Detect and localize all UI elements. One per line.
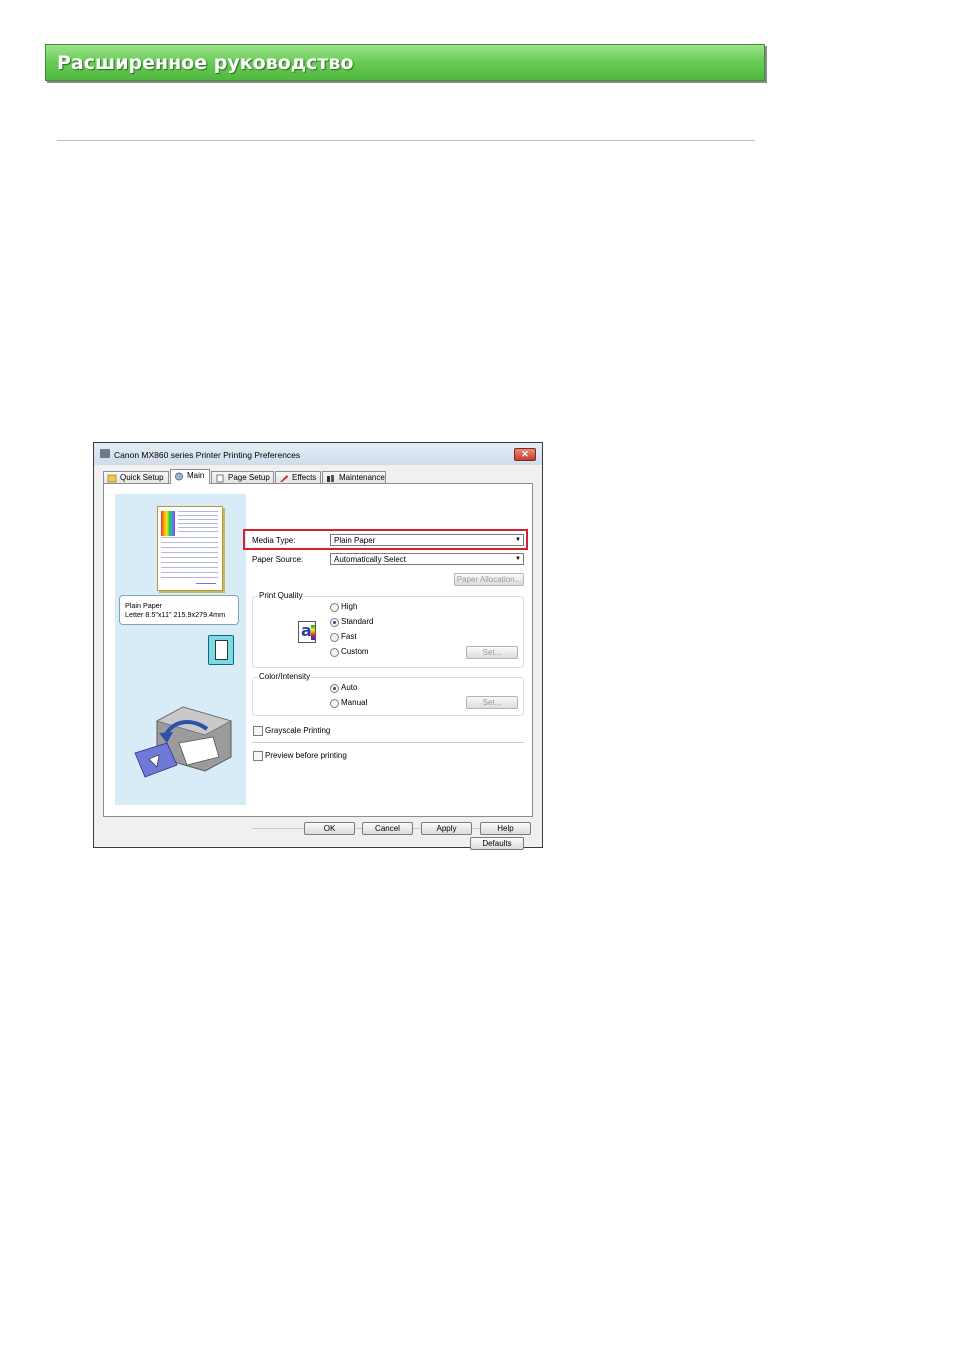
page-setup-icon [216,474,224,483]
section-banner: Расширенное руководство [45,44,765,81]
close-button[interactable]: ✕ [514,448,536,461]
tab-main[interactable]: Main [170,469,210,484]
ok-button[interactable]: OK [304,822,355,835]
banner-title: Расширенное руководство [57,52,354,74]
help-button[interactable]: Help [480,822,531,835]
tab-maintenance[interactable]: Maintenance [322,471,386,483]
chevron-down-icon: ▼ [515,556,521,562]
settings-preview: Plain Paper Letter 8.5"x11" 215.9x279.4m… [115,494,246,805]
cancel-button[interactable]: Cancel [362,822,413,835]
tab-quick-setup[interactable]: Quick Setup [103,471,169,483]
title-bar: Canon MX860 series Printer Printing Pref… [94,443,542,465]
paper-source-dropdown[interactable]: Automatically Select ▼ [330,553,524,565]
main-tab-panel: Plain Paper Letter 8.5"x11" 215.9x279.4m… [103,483,533,850]
quick-setup-icon [107,474,117,483]
color-manual-radio[interactable]: Manual [330,698,367,708]
maintenance-icon [327,475,334,482]
preview-checkbox[interactable]: Preview before printing [253,751,347,761]
paper-size-text: Letter 8.5"x11" 215.9x279.4mm [125,610,226,619]
grayscale-checkbox[interactable]: Grayscale Printing [253,726,330,736]
tab-page-setup[interactable]: Page Setup [211,471,274,483]
color-set-button[interactable]: Set... [466,696,518,709]
printer-feed-illustration [134,706,233,778]
color-bars [161,511,175,536]
tab-effects[interactable]: Effects [275,471,321,483]
paper-source-label: Paper Source: [252,555,304,564]
defaults-button[interactable]: Defaults [470,837,524,850]
effects-icon [280,475,288,482]
divider [57,140,755,141]
printer-icon [100,449,110,458]
media-type-label: Media Type: [252,536,296,545]
media-type-dropdown[interactable]: Plain Paper ▼ [330,534,524,546]
separator [252,742,524,743]
color-auto-radio[interactable]: Auto [330,683,357,693]
quality-fast-radio[interactable]: Fast [330,632,357,642]
orientation-icon [208,635,234,665]
apply-button[interactable]: Apply [421,822,472,835]
printing-preferences-dialog: Canon MX860 series Printer Printing Pref… [93,442,543,850]
paper-allocation-button[interactable]: Paper Allocation... [454,573,524,586]
main-icon [175,472,183,481]
page-preview [157,506,223,591]
quality-custom-radio[interactable]: Custom [330,647,369,657]
print-quality-title: Print Quality [258,591,304,600]
paper-info-box: Plain Paper Letter 8.5"x11" 215.9x279.4m… [119,595,239,625]
quality-set-button[interactable]: Set... [466,646,518,659]
print-quality-icon: a [298,621,316,643]
dialog-title: Canon MX860 series Printer Printing Pref… [114,450,301,460]
quality-standard-radio[interactable]: Standard [330,617,373,627]
paper-type-text: Plain Paper [125,601,163,610]
quality-high-radio[interactable]: High [330,602,357,612]
chevron-down-icon: ▼ [515,537,521,543]
color-intensity-title: Color/Intensity [258,672,312,681]
